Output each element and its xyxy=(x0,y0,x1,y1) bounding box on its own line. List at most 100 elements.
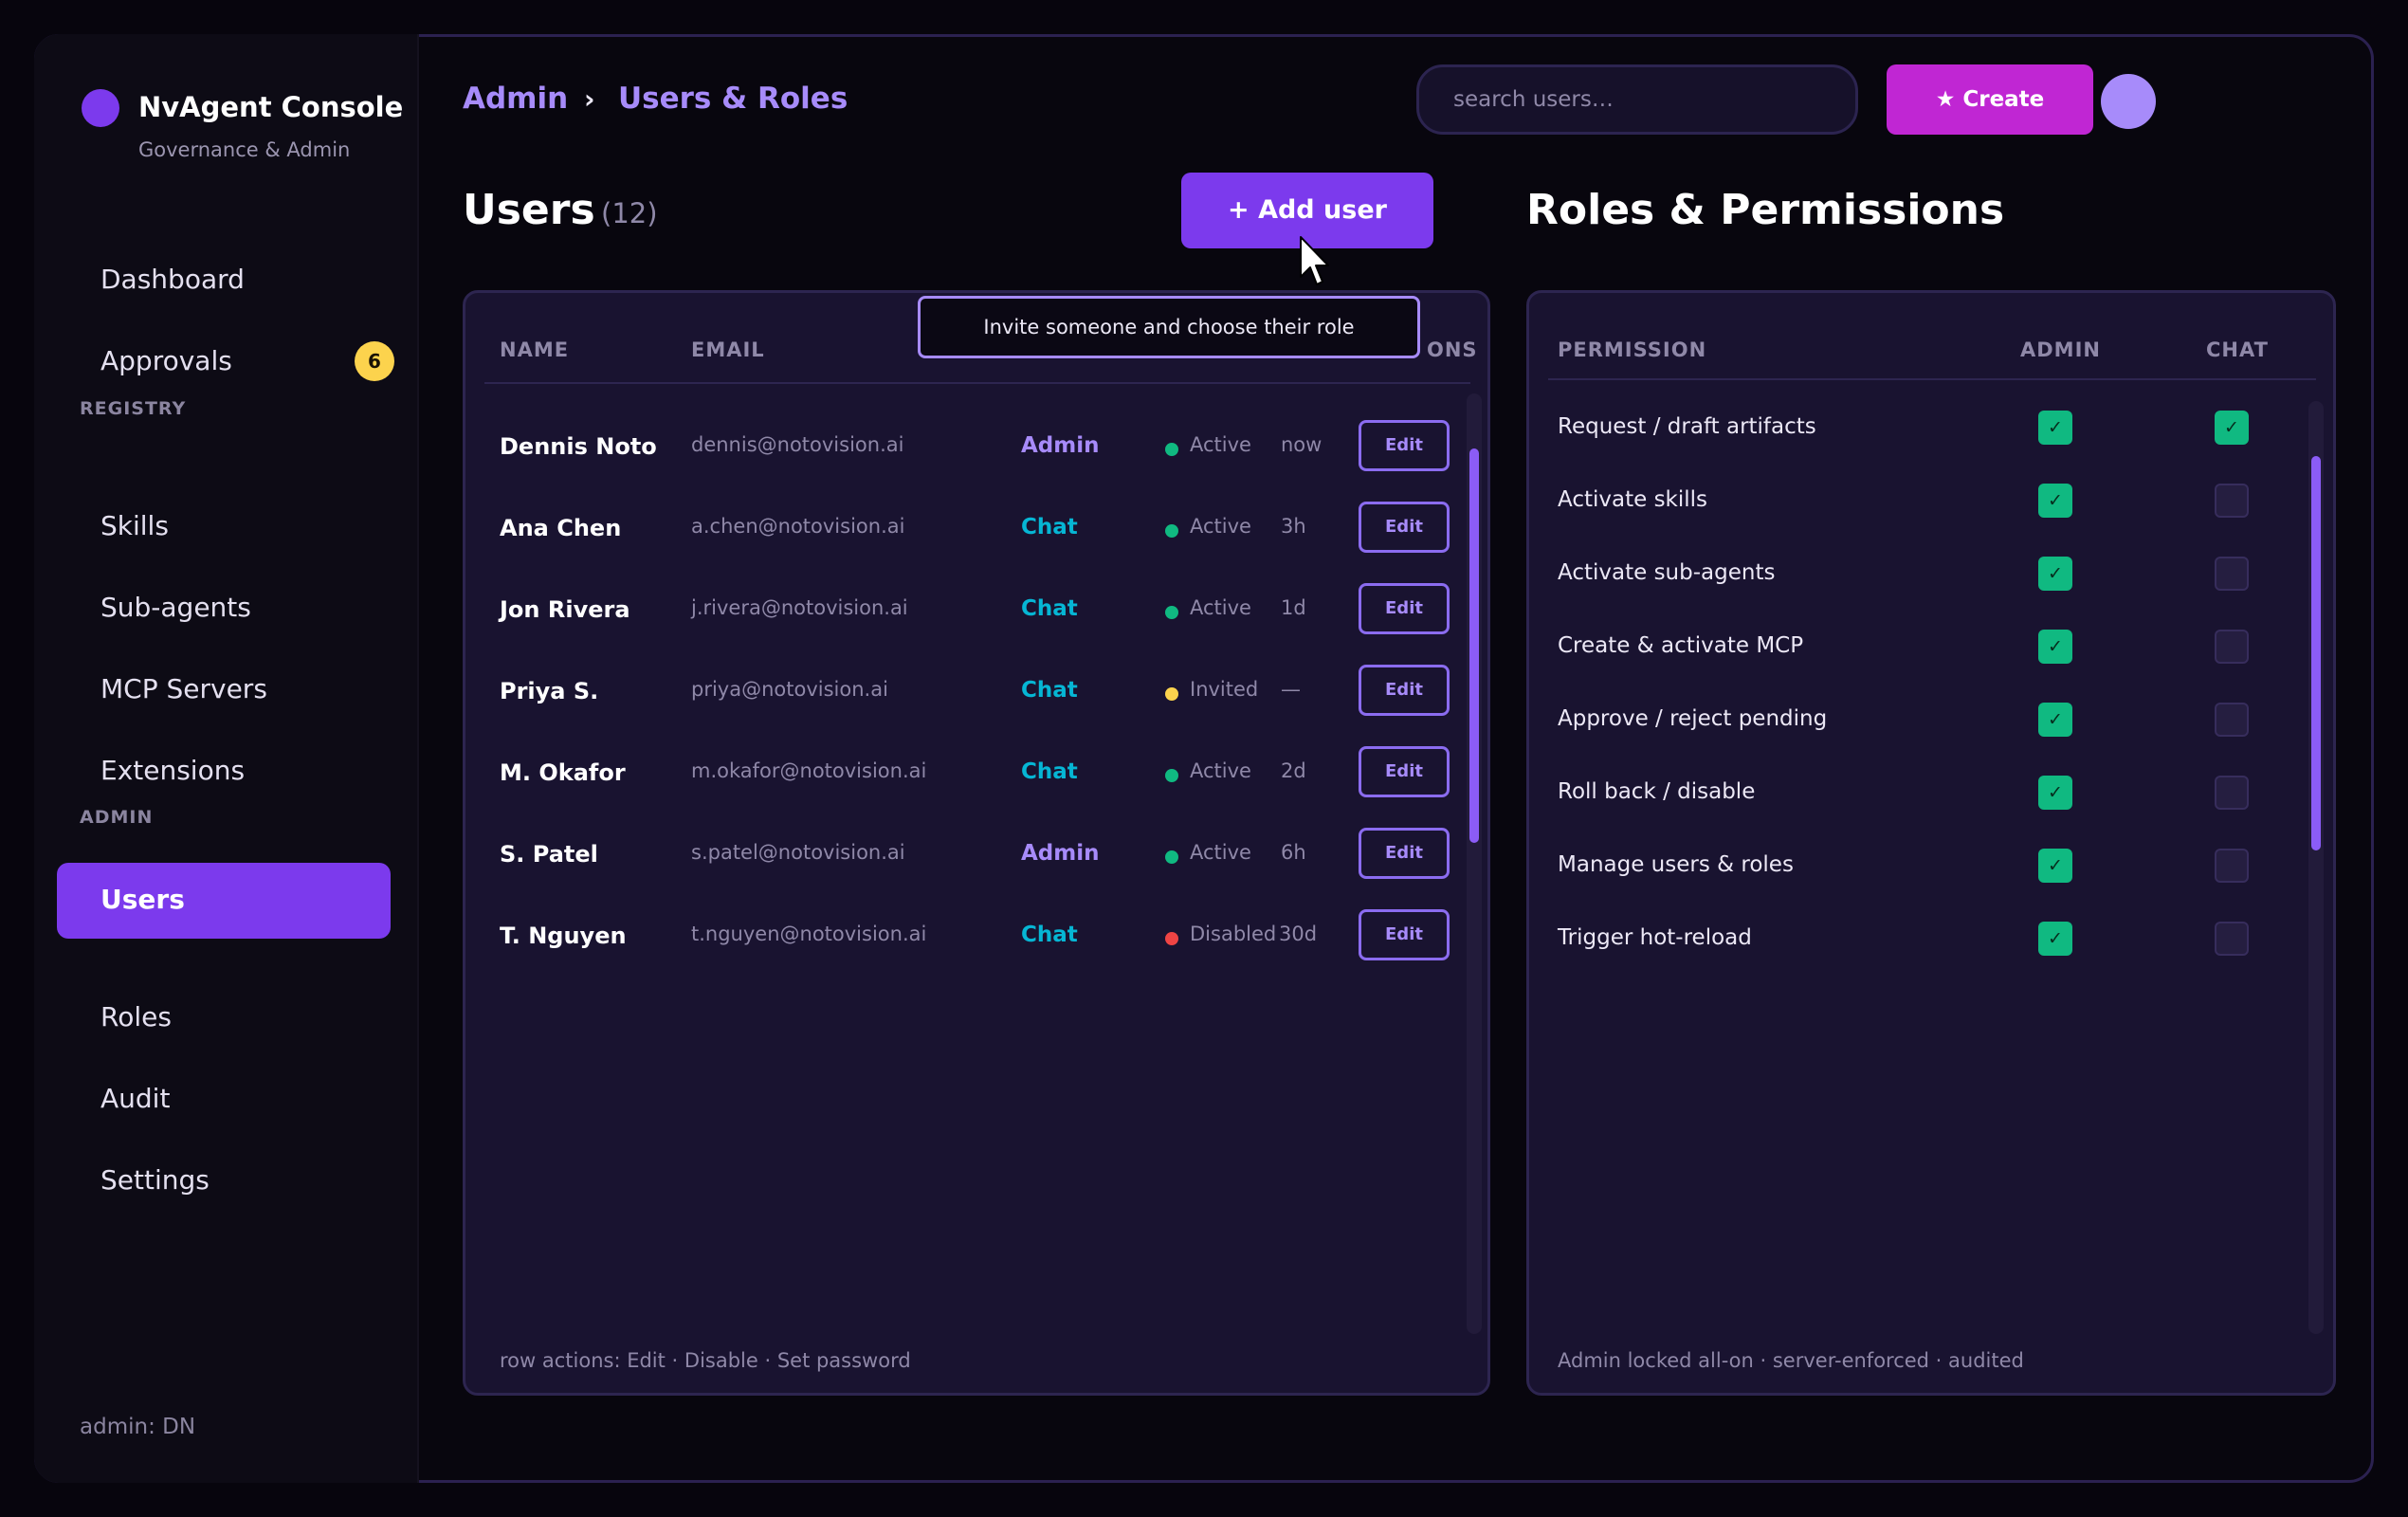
user-status: Active xyxy=(1190,433,1251,456)
sidebar-item-extensions[interactable]: Extensions xyxy=(57,734,391,810)
edit-user-button[interactable]: Edit xyxy=(1359,420,1450,471)
permission-row: Trigger hot-reload ✓ xyxy=(1529,912,2307,985)
admin-checkbox[interactable]: ✓ xyxy=(2038,849,2072,883)
user-role: Chat xyxy=(1021,759,1078,784)
table-row: Dennis Noto dennis@notovision.ai Admin A… xyxy=(465,407,1451,488)
user-email: m.okafor@notovision.ai xyxy=(691,759,927,782)
sidebar-item-audit[interactable]: Audit xyxy=(57,1062,391,1138)
user-last-active: — xyxy=(1281,678,1301,701)
permission-row: Request / draft artifacts ✓ ✓ xyxy=(1529,401,2307,474)
user-status: Active xyxy=(1190,841,1251,864)
edit-user-button[interactable]: Edit xyxy=(1359,502,1450,553)
sidebar-item-mcp-servers[interactable]: MCP Servers xyxy=(57,652,391,728)
user-email: a.chen@notovision.ai xyxy=(691,515,905,538)
user-name: S. Patel xyxy=(500,841,598,868)
admin-checkbox[interactable]: ✓ xyxy=(2038,922,2072,956)
user-last-active: 2d xyxy=(1281,759,1306,782)
admin-checkbox[interactable]: ✓ xyxy=(2038,484,2072,518)
user-email: j.rivera@notovision.ai xyxy=(691,596,908,619)
create-button[interactable]: ★ Create xyxy=(1887,64,2093,135)
sidebar-item-dashboard[interactable]: Dashboard xyxy=(57,243,391,319)
admin-checkbox[interactable]: ✓ xyxy=(2038,703,2072,737)
sidebar-item-label: MCP Servers xyxy=(100,673,267,704)
section-label-admin: ADMIN xyxy=(80,807,154,828)
brand-title: NvAgent Console xyxy=(138,91,404,123)
permission-label: Roll back / disable xyxy=(1558,779,1756,804)
chat-checkbox[interactable] xyxy=(2215,922,2249,956)
user-name: Dennis Noto xyxy=(500,433,657,460)
admin-checkbox[interactable]: ✓ xyxy=(2038,557,2072,591)
permission-row: Manage users & roles ✓ xyxy=(1529,839,2307,912)
user-role: Chat xyxy=(1021,596,1078,621)
user-email: dennis@notovision.ai xyxy=(691,433,904,456)
admin-checkbox[interactable]: ✓ xyxy=(2038,411,2072,445)
user-email: s.patel@notovision.ai xyxy=(691,841,905,864)
chat-checkbox[interactable] xyxy=(2215,484,2249,518)
section-label-registry: REGISTRY xyxy=(80,398,187,419)
sidebar-item-label: Skills xyxy=(100,510,169,541)
column-header-chat: CHAT xyxy=(2206,338,2269,361)
table-row: Ana Chen a.chen@notovision.ai Chat Activ… xyxy=(465,488,1451,570)
status-dot-icon xyxy=(1165,850,1178,864)
table-row: T. Nguyen t.nguyen@notovision.ai Chat Di… xyxy=(465,896,1451,978)
chat-checkbox[interactable] xyxy=(2215,630,2249,664)
edit-user-button[interactable]: Edit xyxy=(1359,746,1450,797)
status-dot-icon xyxy=(1165,932,1178,945)
permissions-table: PERMISSION ADMIN CHAT Request / draft ar… xyxy=(1526,290,2336,1396)
edit-user-button[interactable]: Edit xyxy=(1359,583,1450,634)
breadcrumb-users-roles[interactable]: Users & Roles xyxy=(618,82,848,116)
sidebar-item-label: Audit xyxy=(100,1083,171,1114)
avatar[interactable] xyxy=(2101,74,2156,129)
column-header-admin: ADMIN xyxy=(2020,338,2101,361)
brand-logo-icon xyxy=(82,89,119,127)
admin-identity: admin: DN xyxy=(80,1415,196,1439)
column-header-name: NAME xyxy=(500,338,570,361)
column-header-actions: ONS xyxy=(1427,338,1478,361)
user-email: t.nguyen@notovision.ai xyxy=(691,923,927,945)
users-table: NAME EMAIL ONS Dennis Noto dennis@notovi… xyxy=(463,290,1490,1396)
mouse-cursor-icon xyxy=(1300,236,1329,285)
permission-label: Activate skills xyxy=(1558,487,1708,512)
chat-checkbox[interactable] xyxy=(2215,849,2249,883)
sidebar-item-skills[interactable]: Skills xyxy=(57,489,391,565)
status-dot-icon xyxy=(1165,687,1178,701)
search-input[interactable] xyxy=(1416,64,1858,135)
roles-footnote: Admin locked all-on · server-enforced · … xyxy=(1558,1349,2024,1372)
permission-row: Activate skills ✓ xyxy=(1529,474,2307,547)
user-role: Admin xyxy=(1021,433,1100,458)
edit-user-button[interactable]: Edit xyxy=(1359,909,1450,960)
header-divider xyxy=(484,382,1470,384)
sidebar-item-sub-agents[interactable]: Sub-agents xyxy=(57,571,391,647)
chat-checkbox[interactable] xyxy=(2215,703,2249,737)
sidebar-item-settings[interactable]: Settings xyxy=(57,1143,391,1219)
header-divider xyxy=(1548,378,2316,380)
admin-checkbox[interactable]: ✓ xyxy=(2038,776,2072,810)
sidebar-item-label: Sub-agents xyxy=(100,592,251,623)
breadcrumb-admin[interactable]: Admin xyxy=(463,82,568,116)
add-user-tooltip: Invite someone and choose their role xyxy=(918,296,1420,358)
sidebar-item-users[interactable]: Users xyxy=(57,863,391,939)
permission-label: Approve / reject pending xyxy=(1558,706,1828,731)
chat-checkbox[interactable]: ✓ xyxy=(2215,411,2249,445)
roles-title: Roles & Permissions xyxy=(1526,186,2005,234)
user-last-active: now xyxy=(1281,433,1323,456)
status-dot-icon xyxy=(1165,606,1178,619)
edit-user-button[interactable]: Edit xyxy=(1359,665,1450,716)
table-row: Jon Rivera j.rivera@notovision.ai Chat A… xyxy=(465,570,1451,651)
sidebar-item-approvals[interactable]: Approvals 6 xyxy=(57,324,394,400)
permission-label: Request / draft artifacts xyxy=(1558,414,1816,439)
edit-user-button[interactable]: Edit xyxy=(1359,828,1450,879)
user-role: Chat xyxy=(1021,678,1078,703)
permission-label: Activate sub-agents xyxy=(1558,560,1776,585)
user-email: priya@notovision.ai xyxy=(691,678,888,701)
chat-checkbox[interactable] xyxy=(2215,557,2249,591)
roles-scrollbar[interactable] xyxy=(2308,401,2324,1334)
sidebar-item-roles[interactable]: Roles xyxy=(57,980,391,1056)
permission-label: Trigger hot-reload xyxy=(1558,925,1752,950)
chat-checkbox[interactable] xyxy=(2215,776,2249,810)
roles-scrollbar-thumb[interactable] xyxy=(2311,456,2321,850)
users-scrollbar-thumb[interactable] xyxy=(1469,448,1479,843)
users-scrollbar[interactable] xyxy=(1467,393,1482,1334)
user-status: Active xyxy=(1190,759,1251,782)
admin-checkbox[interactable]: ✓ xyxy=(2038,630,2072,664)
